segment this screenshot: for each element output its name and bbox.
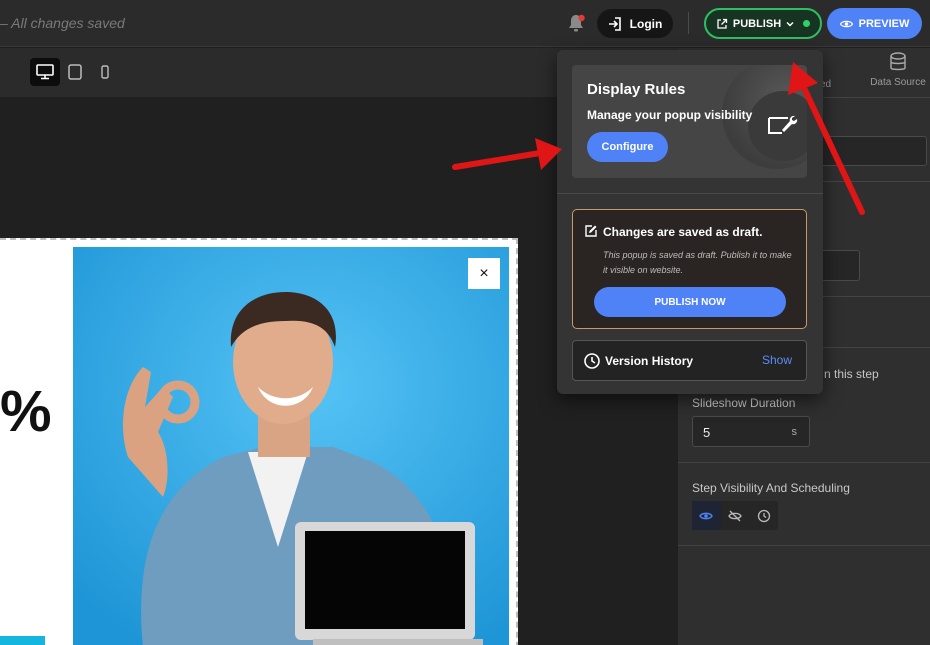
version-history-row: Version History Show	[572, 340, 807, 381]
dropdown-divider	[557, 193, 823, 194]
preview-button[interactable]: PREVIEW	[827, 8, 922, 39]
edit-note-icon	[585, 225, 597, 237]
status-dot	[803, 20, 811, 27]
slideshow-duration-input[interactable]: 5 s	[692, 416, 810, 447]
panel-divider	[678, 545, 930, 546]
publish-now-label: PUBLISH NOW	[654, 296, 726, 308]
publish-button[interactable]: PUBLISH	[704, 8, 822, 39]
draft-title: Changes are saved as draft.	[603, 225, 763, 239]
data-source-tab[interactable]: Data Source	[866, 52, 930, 88]
popup-hero-image	[73, 247, 509, 645]
display-rules-subtitle: Manage your popup visibility	[587, 108, 753, 122]
desktop-view-button[interactable]	[30, 58, 60, 86]
login-icon	[608, 16, 621, 31]
settings-wrench-icon	[768, 115, 798, 134]
schedule-toggle[interactable]	[749, 501, 778, 530]
publish-now-button[interactable]: PUBLISH NOW	[594, 287, 786, 317]
display-rules-title: Display Rules	[587, 81, 686, 98]
popup-cta-button[interactable]	[0, 636, 45, 645]
step-visibility-label: Step Visibility And Scheduling	[692, 481, 850, 495]
tablet-view-button[interactable]	[60, 58, 90, 86]
popup-close-button[interactable]: ×	[468, 258, 500, 289]
configure-button[interactable]: Configure	[587, 132, 668, 162]
slideshow-duration-label: Slideshow Duration	[692, 396, 796, 410]
data-source-label: Data Source	[870, 77, 926, 88]
save-status-text: – All changes saved	[0, 15, 125, 31]
toolbar-divider	[688, 12, 689, 34]
configure-label: Configure	[601, 141, 654, 153]
tablet-icon	[68, 64, 82, 80]
preview-label: PREVIEW	[858, 17, 910, 30]
close-icon: ×	[479, 264, 489, 282]
version-history-label: Version History	[605, 354, 694, 368]
publish-label: PUBLISH	[732, 17, 782, 30]
popup-headline-text: %	[0, 379, 52, 444]
login-button[interactable]: Login	[597, 9, 673, 38]
mobile-view-button[interactable]	[90, 58, 120, 86]
panel-text-input[interactable]	[820, 136, 927, 166]
clock-icon	[757, 509, 770, 522]
slideshow-duration-value: 5	[703, 425, 711, 440]
desktop-icon	[36, 64, 54, 80]
eye-off-icon	[728, 510, 742, 521]
slideshow-duration-unit: s	[791, 426, 798, 438]
panel-divider	[678, 462, 930, 463]
hidden-toggle[interactable]	[721, 501, 750, 530]
login-label: Login	[629, 16, 663, 31]
database-icon	[890, 52, 906, 71]
history-clock-icon	[584, 353, 600, 369]
version-history-show-link[interactable]: Show	[762, 353, 792, 367]
draft-status-card: Changes are saved as draft. This popup i…	[572, 209, 807, 329]
draft-description: This popup is saved as draft. Publish it…	[603, 250, 792, 275]
eye-icon	[699, 512, 714, 519]
eye-icon	[839, 20, 853, 27]
external-link-icon	[717, 18, 728, 29]
visibility-toggle-group	[692, 501, 778, 530]
publish-dropdown: Display Rules Manage your popup visibili…	[557, 50, 823, 394]
display-rules-card: Display Rules Manage your popup visibili…	[572, 65, 807, 178]
visible-toggle[interactable]	[692, 501, 721, 530]
notification-bell-icon[interactable]	[565, 12, 587, 34]
panel-number-input[interactable]	[820, 250, 860, 281]
top-bar: – All changes saved Login PUBLISH PREVIE…	[0, 0, 930, 47]
mobile-icon	[101, 65, 109, 79]
chevron-down-icon	[786, 21, 794, 27]
step-option-text: n this step	[824, 367, 879, 381]
